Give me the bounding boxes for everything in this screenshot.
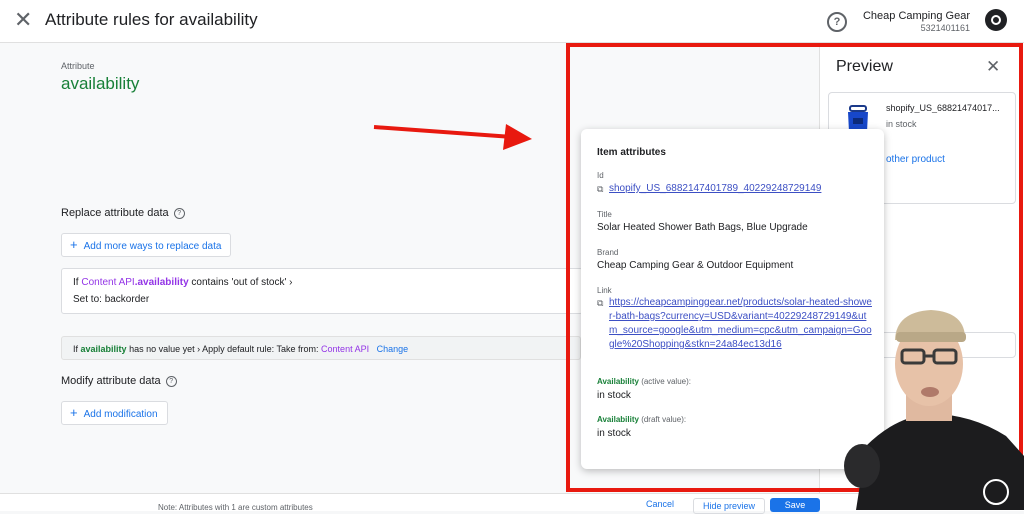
default-field: availability [80,344,127,354]
rule-set-label: Set to: [73,294,102,305]
help-icon[interactable]: ? [173,207,185,219]
replace-section-label: Replace attribute data [61,207,169,219]
rule-field: availability [137,277,189,288]
help-icon[interactable]: ? [165,375,177,387]
cancel-button[interactable]: Cancel [646,499,674,509]
add-replace-label: Add more ways to replace data [83,241,222,252]
rule-action: Set to: backorder [73,294,149,305]
modify-section-title: Modify attribute data? [61,375,177,387]
help-circle-icon[interactable]: ? [827,12,847,32]
attribute-label: Attribute [61,61,95,71]
attribute-name: availability [61,74,140,93]
hide-preview-button[interactable]: Hide preview [693,498,765,514]
red-arrow-icon [373,124,532,150]
default-text: has no value yet › Apply default rule: T… [129,344,319,354]
page-title: Attribute rules for availability [45,10,258,29]
default-prefix: If [73,344,79,354]
rule-condition-text: contains 'out of stock' › [191,277,293,288]
change-link[interactable]: Change [377,344,409,354]
replace-section-title: Replace attribute data? [61,207,185,219]
account-id: 5321401161 [920,23,970,33]
rule-source: Content API [81,277,135,288]
top-bar: ✕ Attribute rules for availability ? Che… [0,0,1024,43]
rule-prefix: If [73,277,79,288]
default-rule: If availability has no value yet › Apply… [61,336,581,360]
rule-set-value: backorder [104,294,150,305]
default-source: Content API [321,344,370,354]
avatar[interactable] [985,9,1007,31]
plus-icon: + [70,237,78,252]
add-modification-button[interactable]: + Add modification [61,401,168,425]
replace-rule-card[interactable]: If Content API.availability contains 'ou… [61,268,583,314]
add-replace-button[interactable]: + Add more ways to replace data [61,233,232,257]
account-name[interactable]: Cheap Camping Gear [863,10,970,22]
plus-icon: + [70,405,78,420]
presenter-video [844,310,1024,510]
close-icon[interactable]: ✕ [14,9,32,31]
rule-condition: If Content API.availability contains 'ou… [73,277,293,288]
footer-note: Note: Attributes with 1 are custom attri… [158,503,313,512]
add-modification-label: Add modification [83,409,158,420]
modify-section-label: Modify attribute data [61,375,161,387]
